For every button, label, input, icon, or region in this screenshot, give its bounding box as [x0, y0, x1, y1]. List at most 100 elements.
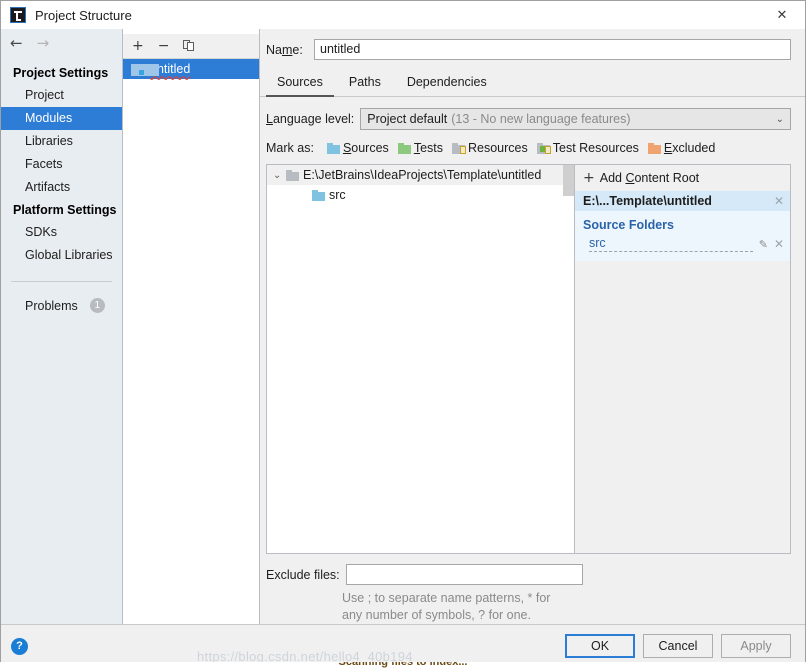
content-roots-area: ⌄ E:\JetBrains\IdeaProjects\Template\unt…	[266, 164, 791, 554]
tests-folder-icon	[397, 142, 411, 154]
tab-dependencies[interactable]: Dependencies	[396, 72, 498, 96]
window-title: Project Structure	[35, 7, 132, 23]
mark-as-excluded-button[interactable]: Excluded	[647, 141, 716, 155]
source-folder-name[interactable]: src	[589, 236, 753, 252]
dialog-body: ← → Project Settings Project Modules Lib…	[1, 29, 805, 624]
content-root-tree[interactable]: ⌄ E:\JetBrains\IdeaProjects\Template\unt…	[267, 165, 574, 553]
exclude-hint-line-2: any number of symbols, ? for one.	[342, 608, 531, 622]
tree-row-content-root[interactable]: ⌄ E:\JetBrains\IdeaProjects\Template\unt…	[267, 165, 574, 185]
add-content-root-button[interactable]: + Add Content Root	[575, 165, 790, 191]
copy-module-icon[interactable]	[183, 40, 195, 52]
forward-arrow-icon[interactable]: →	[37, 36, 50, 51]
intellij-idea-icon	[10, 7, 26, 23]
exclude-files-label: Exclude files:	[266, 567, 340, 582]
source-folder-row[interactable]: src ✎ ✕	[575, 236, 790, 252]
mark-as-tests-button[interactable]: Tests	[397, 141, 443, 155]
sidebar-item-global-libraries[interactable]: Global Libraries	[1, 244, 122, 267]
mark-as-sources-button[interactable]: Sources	[326, 141, 389, 155]
module-name-label: Name:	[266, 42, 303, 57]
content-roots-detail-panel: + Add Content Root E:\...Template\untitl…	[574, 165, 790, 553]
sidebar-list: Project Settings Project Modules Librari…	[1, 58, 122, 317]
tab-paths[interactable]: Paths	[338, 72, 392, 96]
language-level-row: Language level: Project default (13 - No…	[260, 97, 805, 130]
sidebar-group-project-settings: Project Settings	[13, 66, 109, 80]
sidebar-item-modules[interactable]: Modules	[1, 107, 122, 130]
tree-row-src[interactable]: src	[267, 185, 574, 205]
language-level-value: Project default	[367, 112, 448, 126]
apply-button[interactable]: Apply	[721, 634, 791, 658]
add-content-root-label: Add Content Root	[599, 171, 700, 185]
sidebar-item-facets[interactable]: Facets	[1, 153, 122, 176]
close-icon[interactable]: ✕	[759, 1, 805, 29]
sidebar-divider	[11, 281, 112, 282]
exclude-files-block: Exclude files: Use ; to separate name pa…	[260, 554, 805, 624]
mark-as-resources-label: Resources	[468, 141, 528, 155]
src-folder-icon	[312, 189, 325, 201]
exclude-files-hint: Use ; to separate name patterns, * for a…	[342, 590, 791, 624]
sidebar-item-libraries[interactable]: Libraries	[1, 130, 122, 153]
content-root-entry-label: E:\...Template\untitled	[583, 194, 712, 208]
problems-count-badge: 1	[89, 298, 105, 313]
remove-module-button[interactable]: −	[158, 39, 170, 53]
exclude-hint-line-1: Use ; to separate name patterns, * for	[342, 591, 551, 605]
modules-toolbar: + −	[123, 34, 259, 59]
module-editor-pane: Name: untitled Sources Paths Dependencie…	[260, 29, 805, 624]
mark-as-sources-label: Sources	[342, 141, 389, 155]
footer-buttons: OK Cancel Apply	[565, 634, 791, 658]
mark-as-test-resources-button[interactable]: Test Resources	[536, 141, 639, 155]
background-status-strip: Scanning files to index...	[0, 662, 806, 668]
module-list-item-untitled[interactable]: untitled	[123, 59, 259, 79]
modules-column: + − untitled	[123, 29, 260, 624]
help-icon[interactable]: ?	[11, 637, 28, 655]
test-resources-folder-icon	[536, 142, 551, 154]
plus-icon: +	[583, 170, 595, 186]
remove-content-root-icon[interactable]: ✕	[774, 194, 784, 208]
mark-as-tests-label: Tests	[413, 141, 443, 155]
sidebar-item-problems[interactable]: Problems 1	[1, 294, 122, 317]
src-folder-label: src	[329, 188, 346, 202]
background-status-text: Scanning files to index...	[338, 662, 468, 668]
tree-scrollbar-thumb[interactable]	[563, 165, 574, 196]
sources-folder-icon	[326, 142, 340, 154]
module-name-row: Name: untitled	[260, 29, 805, 60]
language-level-detail: (13 - No new language features)	[451, 112, 631, 126]
sidebar-group-platform-settings: Platform Settings	[13, 203, 117, 217]
back-arrow-icon[interactable]: ←	[10, 36, 23, 51]
exclude-files-input[interactable]	[345, 564, 583, 585]
mark-as-row: Mark as: Sources Tests Resources Test Re…	[260, 130, 805, 155]
add-module-button[interactable]: +	[132, 39, 144, 53]
chevron-down-icon[interactable]: ⌄	[273, 170, 286, 181]
mark-as-excluded-label: Excluded	[663, 141, 716, 155]
title-bar: Project Structure ✕	[1, 1, 805, 29]
content-root-entry[interactable]: E:\...Template\untitled ✕	[575, 191, 790, 211]
exclude-files-row: Exclude files:	[266, 564, 791, 585]
sidebar-item-project[interactable]: Project	[1, 84, 122, 107]
mark-as-label: Mark as:	[266, 141, 314, 155]
mark-as-resources-button[interactable]: Resources	[452, 141, 528, 155]
language-level-select[interactable]: Project default (13 - No new language fe…	[360, 108, 791, 130]
remove-source-folder-icon[interactable]: ✕	[774, 237, 784, 251]
module-name-input[interactable]: untitled	[314, 39, 791, 60]
resources-folder-icon	[452, 142, 466, 154]
ok-button[interactable]: OK	[565, 634, 635, 658]
sidebar-item-sdks[interactable]: SDKs	[1, 221, 122, 244]
language-level-label: Language level:	[266, 112, 355, 126]
tab-sources[interactable]: Sources	[266, 72, 334, 97]
project-structure-dialog: Project Structure ✕ ← → Project Settings…	[0, 0, 806, 668]
source-folders-header: Source Folders	[583, 218, 674, 232]
window-controls: ✕	[759, 1, 805, 29]
dialog-footer: ? https://blog.csdn.net/hello4_40b194 OK…	[1, 624, 805, 667]
edit-pencil-icon[interactable]: ✎	[759, 238, 768, 251]
mark-as-test-resources-label: Test Resources	[552, 141, 639, 155]
module-tabs: Sources Paths Dependencies	[260, 60, 805, 97]
content-root-path-label: E:\JetBrains\IdeaProjects\Template\untit…	[303, 168, 542, 182]
source-folders-section: Source Folders src ✎ ✕	[575, 211, 790, 261]
sidebar-item-artifacts[interactable]: Artifacts	[1, 176, 122, 199]
cancel-button[interactable]: Cancel	[643, 634, 713, 658]
chevron-down-icon: ⌄	[775, 113, 784, 125]
module-icon	[131, 63, 159, 76]
sidebar-nav: ← →	[1, 29, 122, 58]
content-root-folder-icon	[286, 169, 299, 181]
settings-sidebar: ← → Project Settings Project Modules Lib…	[1, 29, 123, 624]
problems-label: Problems	[25, 298, 78, 313]
